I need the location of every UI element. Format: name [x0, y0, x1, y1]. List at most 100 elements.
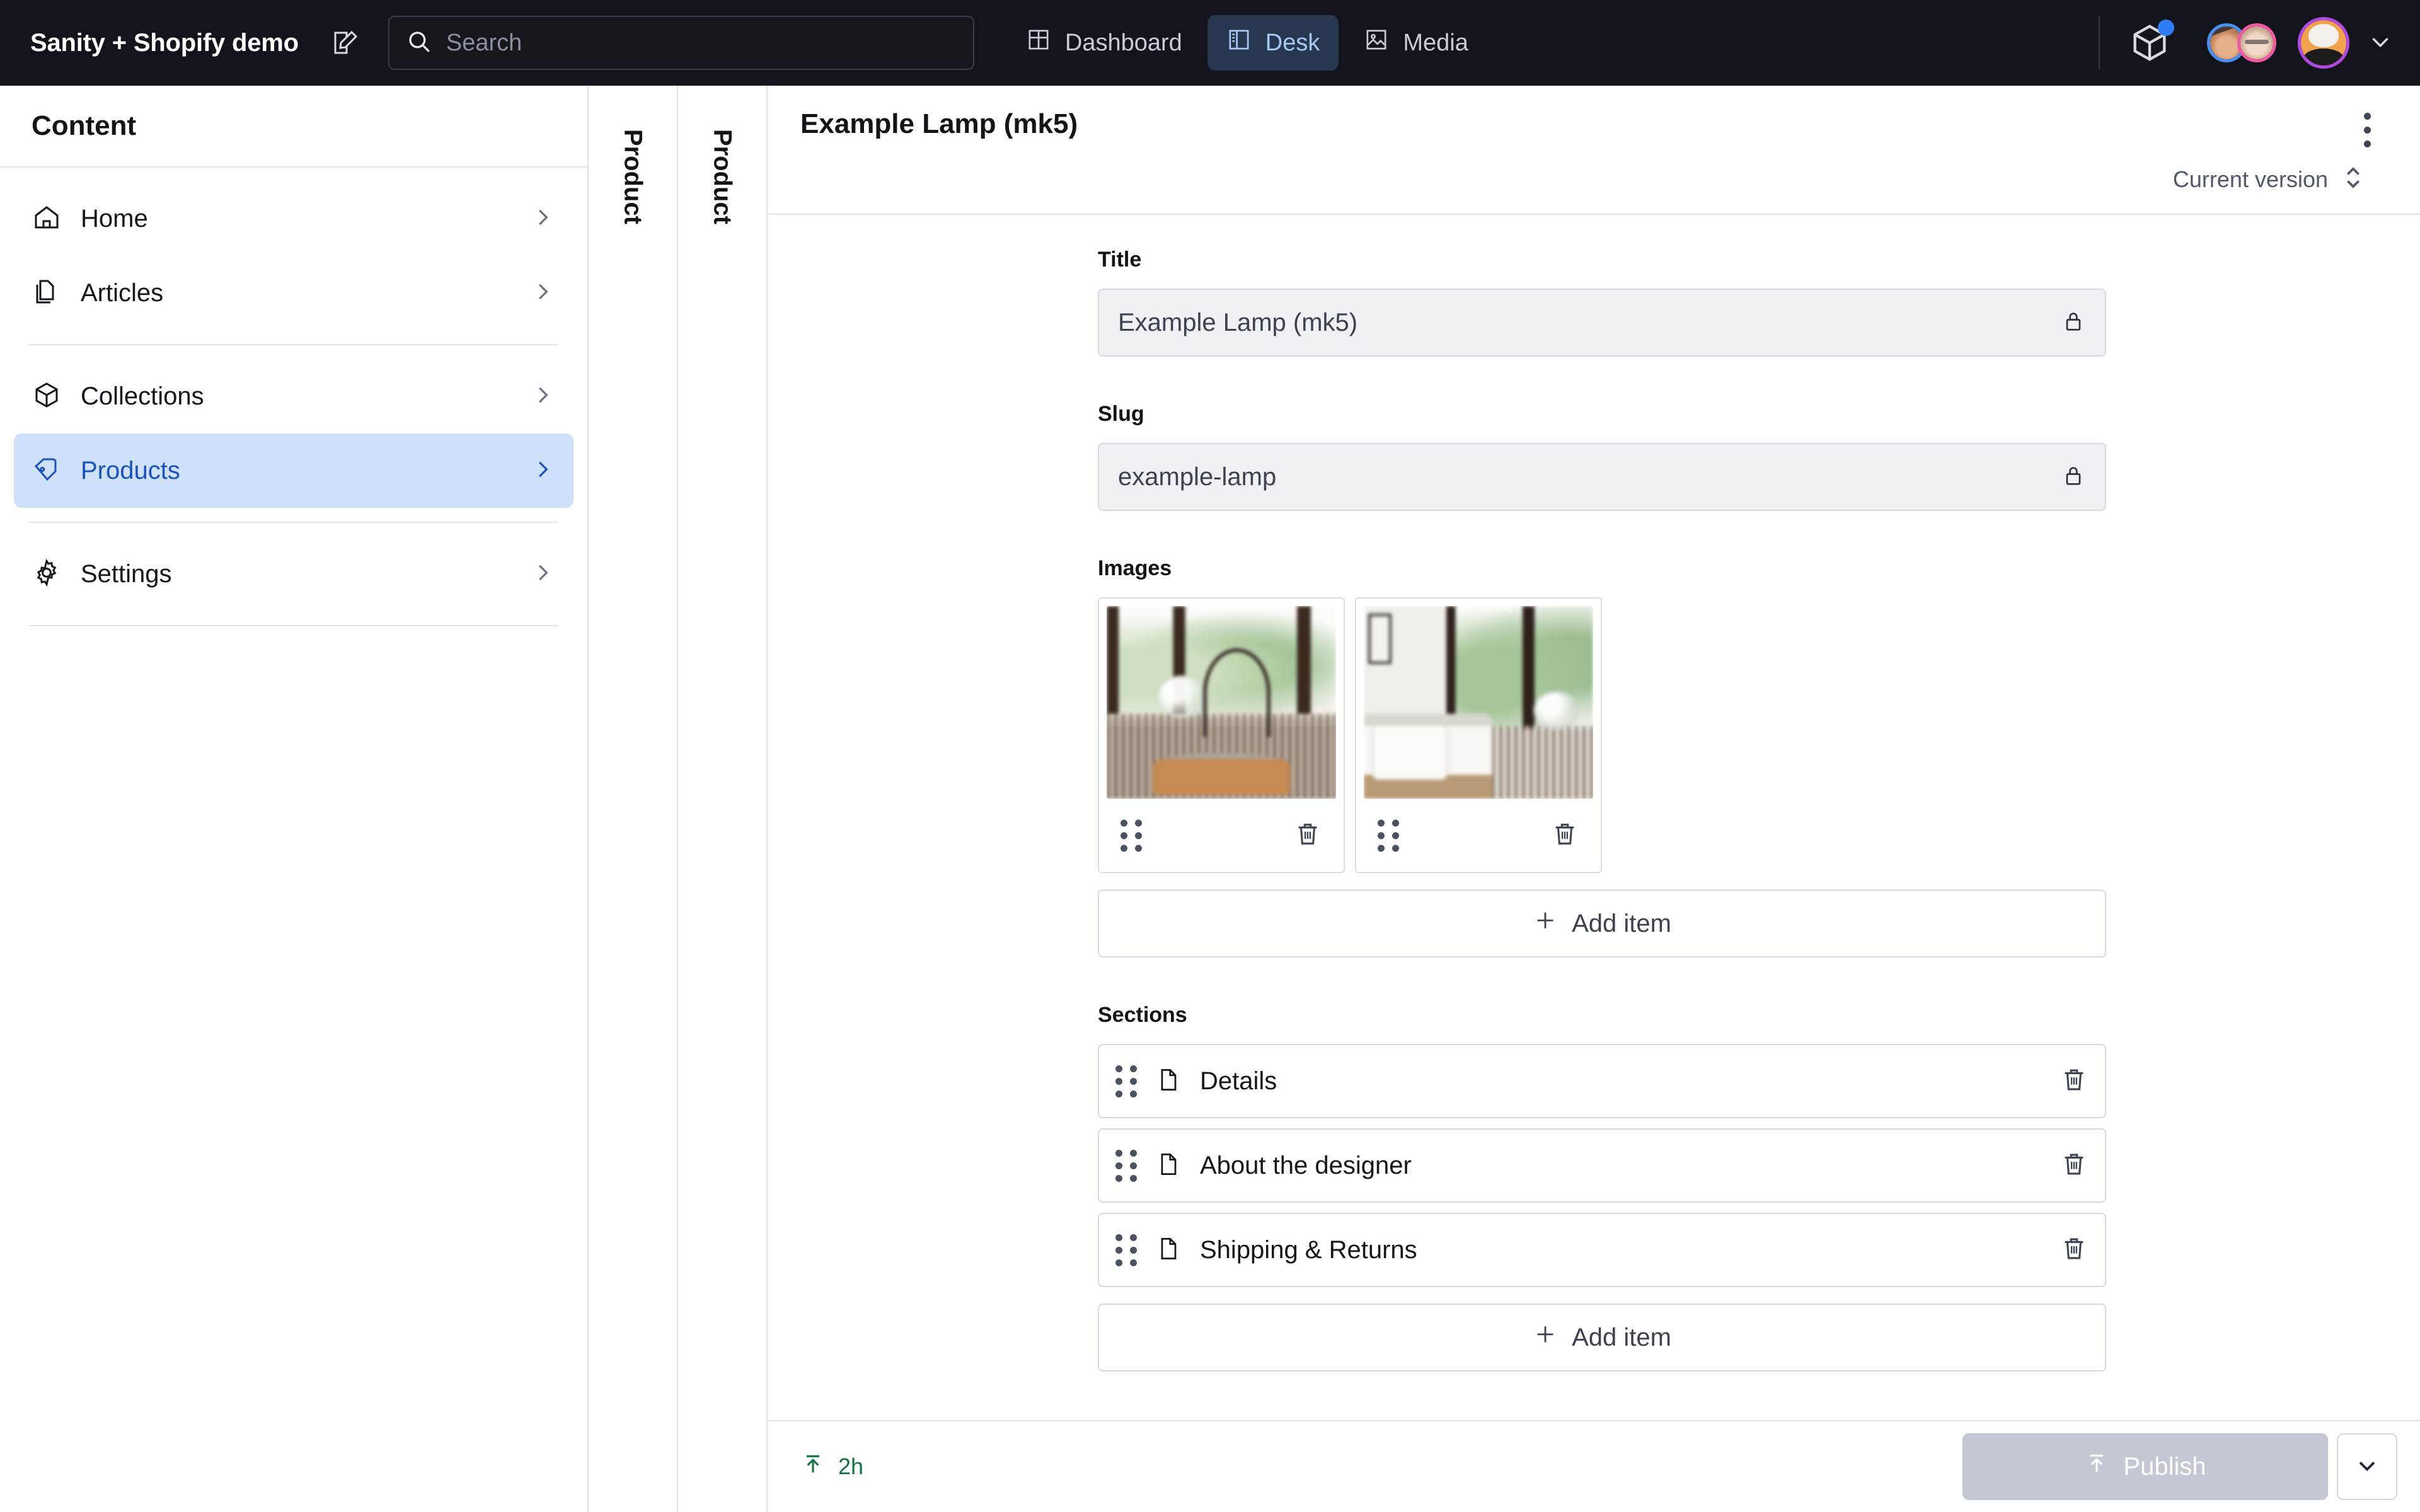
title-input[interactable]: Example Lamp (mk5) [1098, 289, 2106, 357]
package-icon[interactable] [2128, 21, 2172, 65]
image-item[interactable] [1098, 597, 1345, 873]
image-item-tools [1107, 799, 1336, 872]
images-add-item-label: Add item [1572, 910, 1671, 938]
sidebar-item-collections[interactable]: Collections [14, 359, 573, 433]
sections-add-item-label: Add item [1572, 1324, 1671, 1352]
sidebar-item-collections-label: Collections [81, 382, 204, 411]
publish-button[interactable]: Publish [1962, 1433, 2328, 1500]
collapsed-pane-product-2[interactable]: Product [678, 86, 768, 1512]
field-slug: Slug example-lamp [1098, 402, 2106, 511]
drag-handle-icon[interactable] [1115, 1234, 1137, 1266]
slug-input[interactable]: example-lamp [1098, 443, 2106, 511]
section-item[interactable]: Details [1098, 1044, 2106, 1118]
section-item[interactable]: About the designer [1098, 1128, 2106, 1203]
section-item-label: About the designer [1200, 1152, 1412, 1180]
sidebar-divider [29, 522, 558, 523]
articles-icon [32, 277, 62, 310]
sidebar-item-articles[interactable]: Articles [14, 256, 573, 330]
collapsed-pane-product-1[interactable]: Product [589, 86, 678, 1512]
section-item-label: Details [1200, 1067, 1277, 1096]
nav-dashboard-label: Dashboard [1065, 30, 1182, 57]
image-item[interactable] [1355, 597, 1602, 873]
sidebar-divider-bottom [29, 625, 558, 626]
slug-value: example-lamp [1118, 463, 1276, 491]
document-form-scroll[interactable]: Title Example Lamp (mk5) Slug [768, 215, 2420, 1420]
field-title-label: Title [1098, 248, 2106, 272]
compose-icon[interactable] [321, 19, 369, 67]
publish-menu-button[interactable] [2337, 1433, 2397, 1500]
search-input[interactable]: Search [388, 16, 974, 70]
document-icon [1155, 1235, 1182, 1266]
trash-icon[interactable] [2060, 1065, 2089, 1097]
sidebar-list: Home Articles [0, 168, 587, 626]
document-header: Example Lamp (mk5) Current version [768, 86, 2420, 215]
plus-icon [1533, 908, 1558, 939]
content-sidebar: Content Home [0, 86, 589, 1512]
trash-icon[interactable] [1550, 820, 1579, 852]
nav-dashboard[interactable]: Dashboard [1007, 15, 1201, 71]
sidebar-item-home[interactable]: Home [14, 181, 573, 256]
document-icon [1155, 1150, 1182, 1181]
navbar-right [2099, 16, 2395, 69]
field-images-label: Images [1098, 556, 2106, 581]
nav-media-label: Media [1403, 30, 1468, 57]
dashboard-icon [1026, 27, 1051, 59]
drag-handle-icon[interactable] [1121, 820, 1142, 852]
chevron-right-icon [531, 383, 555, 410]
sidebar-divider [29, 344, 558, 345]
sidebar-title: Content [32, 110, 136, 142]
drag-handle-icon[interactable] [1378, 820, 1399, 852]
chevron-down-icon[interactable] [2366, 27, 2395, 59]
sidebar-item-products[interactable]: Products [14, 433, 573, 508]
more-vertical-icon[interactable] [2349, 108, 2385, 151]
document-form: Title Example Lamp (mk5) Slug [1098, 248, 2106, 1372]
section-item[interactable]: Shipping & Returns [1098, 1213, 2106, 1287]
navbar-divider [2099, 16, 2100, 69]
home-icon [32, 202, 62, 236]
collapsed-pane-label: Product [708, 129, 737, 224]
trash-icon[interactable] [2060, 1234, 2089, 1266]
version-selector[interactable]: Current version [800, 140, 2387, 214]
notification-dot [2158, 20, 2174, 36]
field-slug-label: Slug [1098, 402, 2106, 427]
page-title: Example Lamp (mk5) [800, 108, 2387, 140]
drag-handle-icon[interactable] [1115, 1150, 1137, 1182]
collections-icon [32, 380, 62, 413]
nav-media[interactable]: Media [1345, 15, 1487, 71]
sidebar-item-articles-label: Articles [81, 279, 163, 307]
publish-button-label: Publish [2123, 1453, 2206, 1481]
sidebar-item-settings[interactable]: Settings [14, 537, 573, 611]
image-item-tools [1364, 799, 1593, 872]
collapsed-pane-label: Product [619, 129, 647, 224]
chevron-up-down-icon [2342, 161, 2365, 197]
top-navbar: Sanity + Shopify demo Search Das [0, 0, 2420, 86]
publish-arrow-icon [2084, 1450, 2109, 1484]
main-nav: Dashboard Desk Media [1007, 15, 1487, 71]
avatar-current-user[interactable] [2298, 17, 2349, 69]
section-item-label: Shipping & Returns [1200, 1236, 1417, 1264]
search-icon [406, 28, 432, 58]
document-footer: 2h Publish [768, 1420, 2420, 1512]
version-label: Current version [2173, 166, 2328, 193]
images-add-item-button[interactable]: Add item [1098, 890, 2106, 958]
trash-icon[interactable] [2060, 1150, 2089, 1182]
media-icon [1364, 27, 1389, 59]
drag-handle-icon[interactable] [1115, 1065, 1137, 1097]
field-sections: Sections Details [1098, 1003, 2106, 1372]
avatar-user-2[interactable] [2237, 23, 2276, 62]
plus-icon [1533, 1322, 1558, 1353]
trash-icon[interactable] [1293, 820, 1322, 852]
chevron-right-icon [531, 280, 555, 307]
sidebar-item-products-label: Products [81, 457, 180, 485]
sections-add-item-button[interactable]: Add item [1098, 1303, 2106, 1372]
chevron-down-icon [2353, 1452, 2381, 1482]
publish-arrow-icon [800, 1450, 826, 1484]
products-tag-icon [32, 454, 62, 488]
nav-desk[interactable]: Desk [1207, 15, 1339, 71]
app-body: Content Home [0, 86, 2420, 1512]
document-icon [1155, 1066, 1182, 1097]
field-title: Title Example Lamp (mk5) [1098, 248, 2106, 357]
images-list [1098, 597, 2106, 873]
sections-list: Details [1098, 1044, 2106, 1287]
image-thumbnail-1 [1107, 606, 1336, 799]
